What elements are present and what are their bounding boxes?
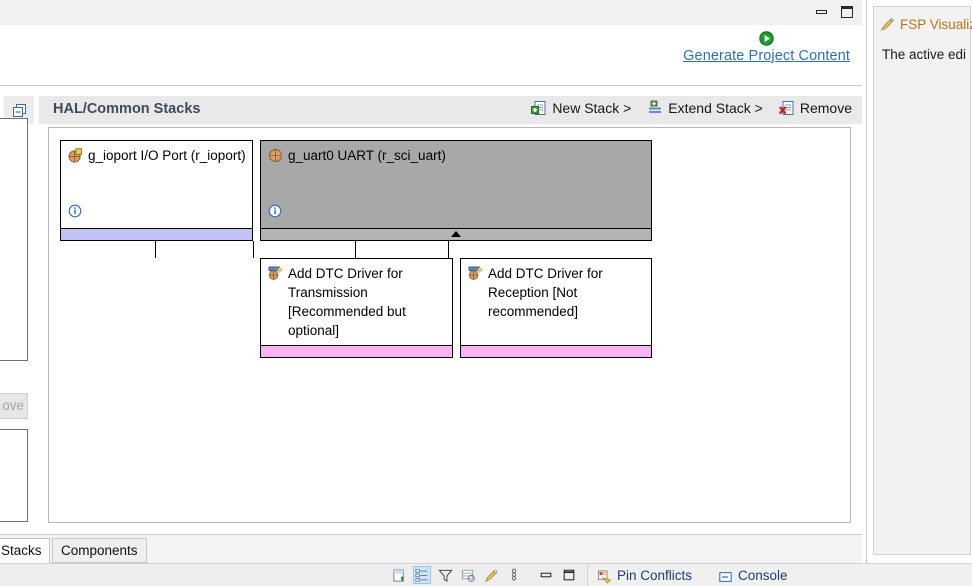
fsp-visualization-title: FSP Visualiz	[900, 17, 972, 32]
bottom-toolbar	[390, 566, 578, 584]
configuration-editor: Generate Project Content HAL/Common Stac…	[0, 0, 862, 564]
green-play-icon	[759, 31, 774, 46]
marker-icon[interactable]	[482, 566, 500, 584]
stack-node-uart-footer[interactable]	[261, 228, 651, 240]
bottom-view-tabs: Pin Conflicts Console	[587, 564, 972, 586]
editor-tab-bar: Stacks Components	[0, 534, 862, 564]
stacks-canvas[interactable]: g_ioport I/O Port (r_ioport) g_uart0 UAR…	[48, 127, 851, 523]
console-icon	[719, 572, 732, 582]
generate-banner: Generate Project Content	[0, 25, 862, 86]
new-stack-label: New Stack >	[552, 100, 632, 116]
fsp-visualization-panel: FSP Visualiz The active edi	[866, 0, 972, 563]
view-tab-console-label: Console	[738, 568, 788, 583]
new-pin-config-icon[interactable]	[390, 566, 408, 584]
chain-icon[interactable]	[505, 566, 523, 584]
stack-node-uart-label: g_uart0 UART (r_sci_uart)	[288, 148, 446, 163]
editor-titlebar	[0, 0, 862, 26]
fsp-visualization-text: The active edi	[882, 47, 967, 62]
remove-stack-label: Remove	[799, 100, 852, 116]
triangle-up-icon	[451, 231, 461, 237]
connector-line-rx	[355, 241, 356, 258]
maximize-icon[interactable]	[840, 5, 854, 19]
left-panel-remove-button: ove	[0, 393, 28, 419]
tab-stacks-label: Stacks	[1, 543, 42, 558]
extend-stack-icon	[649, 100, 662, 113]
stack-node-dtc-transmission-footer	[261, 345, 452, 357]
bottom-minimize-icon[interactable]	[537, 566, 555, 584]
pin-conflicts-icon	[597, 570, 612, 584]
table-view-icon[interactable]	[459, 566, 477, 584]
view-tab-pin-conflicts-label: Pin Conflicts	[617, 568, 693, 583]
new-stack-icon	[531, 101, 546, 115]
info-icon[interactable]	[268, 204, 282, 218]
stacks-section-band: HAL/Common Stacks New Stack > Extend Sta…	[39, 96, 862, 124]
remove-icon	[778, 101, 794, 115]
left-panel-listbox-top[interactable]	[0, 118, 28, 361]
filter-icon[interactable]	[436, 566, 454, 584]
fsp-visualization-body: FSP Visualiz The active edi	[873, 6, 972, 555]
extend-stack-label: Extend Stack >	[668, 100, 763, 116]
stacks-action-bar: New Stack > Extend Stack > Remove	[531, 100, 852, 116]
connector-line-tx-right	[253, 241, 254, 258]
new-stack-button[interactable]: New Stack >	[531, 100, 631, 116]
stack-node-ioport-footer	[61, 228, 252, 240]
stack-node-dtc-reception-footer	[461, 345, 651, 357]
stack-node-dtc-reception-label: Add DTC Driver for Reception [Not recomm…	[488, 266, 603, 319]
remove-stack-button[interactable]: Remove	[778, 100, 852, 116]
minimize-icon[interactable]	[815, 5, 829, 19]
connector-line-tx	[155, 241, 156, 258]
stack-node-uart[interactable]: g_uart0 UART (r_sci_uart)	[260, 140, 652, 241]
extend-stack-button[interactable]: Extend Stack >	[647, 100, 763, 116]
stack-node-dtc-transmission[interactable]: Add DTC Driver for Transmission [Recomme…	[260, 258, 453, 358]
stack-node-ioport[interactable]: g_ioport I/O Port (r_ioport)	[60, 140, 253, 241]
connector-line-rx-right	[448, 241, 449, 258]
application-window: Generate Project Content HAL/Common Stac…	[0, 0, 972, 586]
stack-node-ioport-label: g_ioport I/O Port (r_ioport)	[88, 148, 246, 163]
tree-view-icon[interactable]	[413, 566, 431, 584]
bottom-status-strip: Pin Conflicts Console	[0, 563, 972, 586]
left-panel-remove-label: ove	[2, 398, 24, 413]
stack-node-dtc-reception[interactable]: Add DTC Driver for Reception [Not recomm…	[460, 258, 652, 358]
info-icon[interactable]	[68, 204, 82, 218]
stacks-section-header: HAL/Common Stacks New Stack > Extend Sta…	[0, 96, 862, 125]
tab-stacks[interactable]: Stacks	[0, 538, 50, 564]
tab-components[interactable]: Components	[52, 538, 147, 563]
editor-window-controls	[815, 5, 854, 19]
view-tab-pin-conflicts[interactable]: Pin Conflicts	[597, 568, 693, 584]
left-side-panel-peek: ove	[0, 96, 34, 526]
left-panel-listbox-bottom[interactable]	[0, 429, 28, 522]
tab-components-label: Components	[61, 543, 138, 558]
generate-project-content-button[interactable]: Generate Project Content	[683, 31, 850, 64]
page-title: HAL/Common Stacks	[53, 101, 201, 117]
bottom-maximize-icon[interactable]	[560, 566, 578, 584]
stack-node-dtc-transmission-label: Add DTC Driver for Transmission [Recomme…	[288, 266, 406, 338]
generate-project-content-label: Generate Project Content	[683, 48, 850, 64]
view-tab-console[interactable]: Console	[718, 568, 788, 583]
